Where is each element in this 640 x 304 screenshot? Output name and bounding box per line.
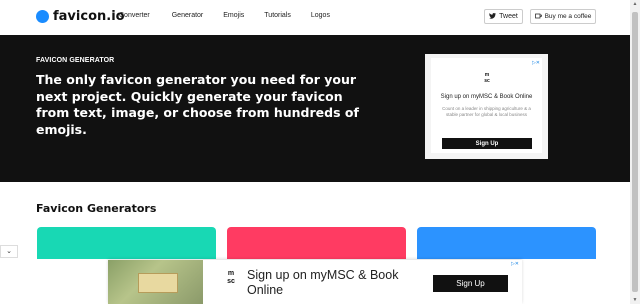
- scroll-thumb[interactable]: [632, 12, 638, 292]
- ad-headline: Sign up on myMSC & Book Online: [440, 94, 533, 100]
- coffee-cup-icon: [534, 13, 542, 21]
- msc-logo-line2: sc: [484, 78, 490, 84]
- chevron-down-icon: ⌄: [6, 248, 12, 255]
- adchoices-icon[interactable]: ▷✕: [532, 60, 540, 66]
- msc-logo: m sc: [480, 72, 494, 86]
- scrollbar[interactable]: ▲ ▼: [630, 0, 640, 304]
- nav-logos[interactable]: Logos: [311, 12, 330, 19]
- bottom-adchoices-icon[interactable]: ▷✕: [511, 261, 519, 267]
- crate-image: [138, 273, 178, 293]
- generator-card-emoji[interactable]: [417, 227, 596, 259]
- hero-title: The only favicon generator you need for …: [36, 72, 359, 137]
- tweet-label: Tweet: [499, 13, 518, 20]
- main-nav: Converter Generator Emojis Tutorials Log…: [119, 12, 350, 19]
- bottom-msc-line2: sc: [227, 278, 235, 285]
- generator-card-text[interactable]: [37, 227, 216, 259]
- twitter-icon: [489, 12, 497, 21]
- logo-text: favicon.io: [53, 9, 125, 24]
- nav-generator[interactable]: Generator: [172, 12, 204, 19]
- ad-product-image: [108, 260, 203, 304]
- scroll-down-icon[interactable]: ▼: [630, 296, 640, 304]
- generator-card-image[interactable]: [227, 227, 406, 259]
- nav-tutorials[interactable]: Tutorials: [264, 12, 291, 19]
- ad-body: Count on a leader in shipping agricultur…: [442, 106, 531, 117]
- site-header: favicon.io Converter Generator Emojis Tu…: [0, 0, 630, 34]
- hero-advertisement[interactable]: ▷✕ m sc Sign up on myMSC & Book Online C…: [425, 54, 548, 159]
- hero-section: FAVICON GENERATOR The only favicon gener…: [0, 35, 630, 182]
- bottom-msc-logo: m sc: [220, 270, 242, 292]
- section-title: Favicon Generators: [36, 202, 157, 215]
- ad-card: ▷✕ m sc Sign up on myMSC & Book Online C…: [431, 58, 542, 153]
- tweet-button[interactable]: Tweet: [484, 9, 523, 24]
- scroll-up-icon[interactable]: ▲: [630, 0, 640, 8]
- coffee-label: Buy me a coffee: [544, 13, 592, 20]
- hero-eyebrow: FAVICON GENERATOR: [36, 57, 115, 64]
- ad-signup-button[interactable]: Sign Up: [442, 138, 532, 149]
- bottom-advertisement[interactable]: m sc Sign up on myMSC & Book Online Sign…: [108, 260, 522, 304]
- bottom-signup-button[interactable]: Sign Up: [433, 275, 508, 292]
- bottom-ad-headline: Sign up on myMSC & Book Online: [247, 268, 399, 297]
- logo[interactable]: favicon.io: [36, 9, 125, 24]
- logo-dot-icon: [36, 10, 49, 23]
- collapse-ad-button[interactable]: ⌄: [0, 245, 18, 258]
- bottom-msc-line1: m: [227, 270, 235, 277]
- nav-converter[interactable]: Converter: [119, 12, 150, 19]
- buy-coffee-button[interactable]: Buy me a coffee: [530, 9, 596, 24]
- nav-emojis[interactable]: Emojis: [223, 12, 244, 19]
